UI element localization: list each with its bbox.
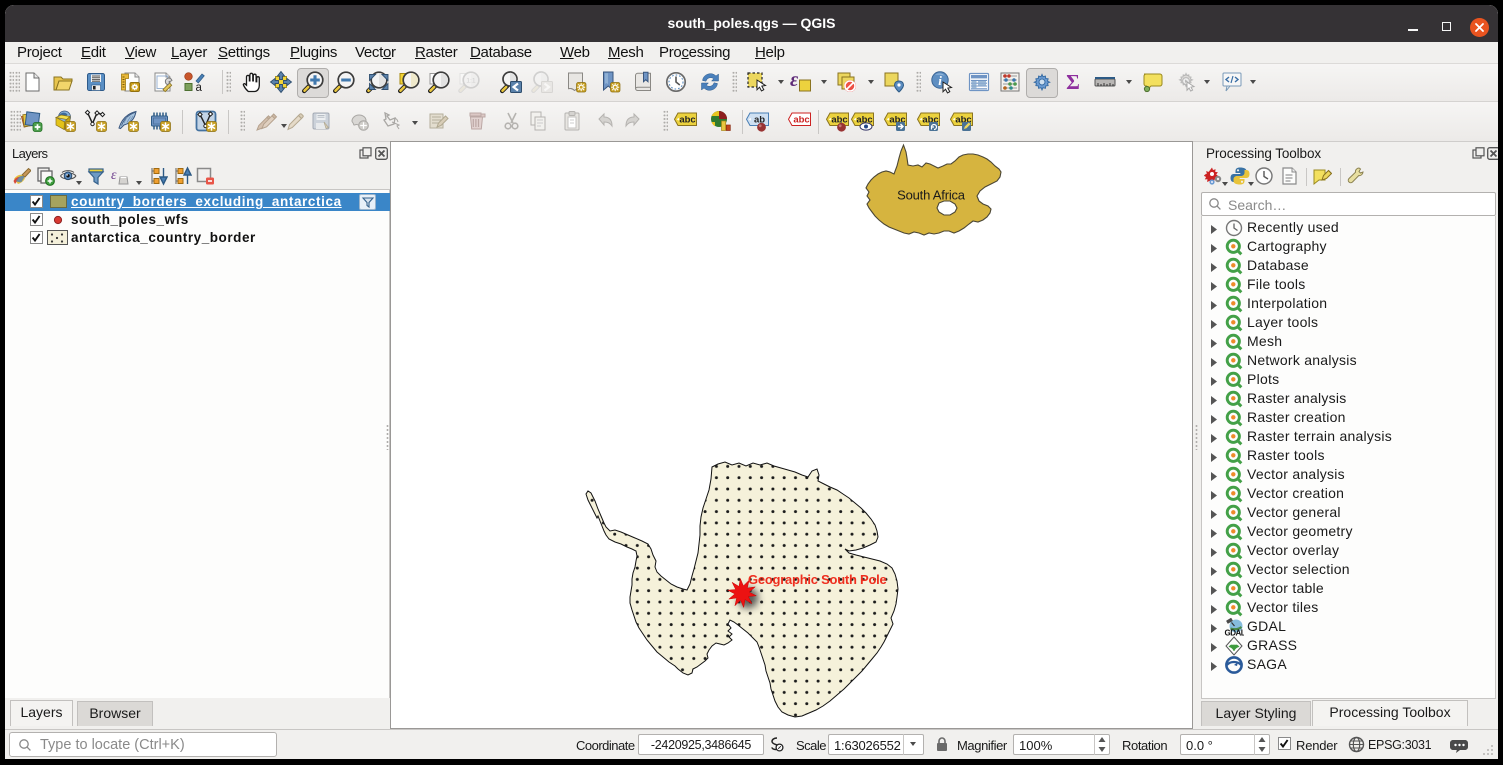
svg-text:South Africa: South Africa: [897, 188, 966, 203]
svg-text:abc: abc: [679, 115, 695, 126]
svg-text:ε: ε: [111, 168, 117, 183]
svg-text:Σ: Σ: [1066, 70, 1080, 94]
svg-text:a: a: [196, 82, 203, 94]
svg-text:abc: abc: [793, 115, 809, 126]
svg-text:1:1: 1:1: [466, 77, 476, 84]
svg-text:Geographic South Pole: Geographic South Pole: [748, 572, 887, 587]
svg-text:i: i: [938, 73, 942, 88]
svg-text:ε: ε: [790, 70, 799, 91]
